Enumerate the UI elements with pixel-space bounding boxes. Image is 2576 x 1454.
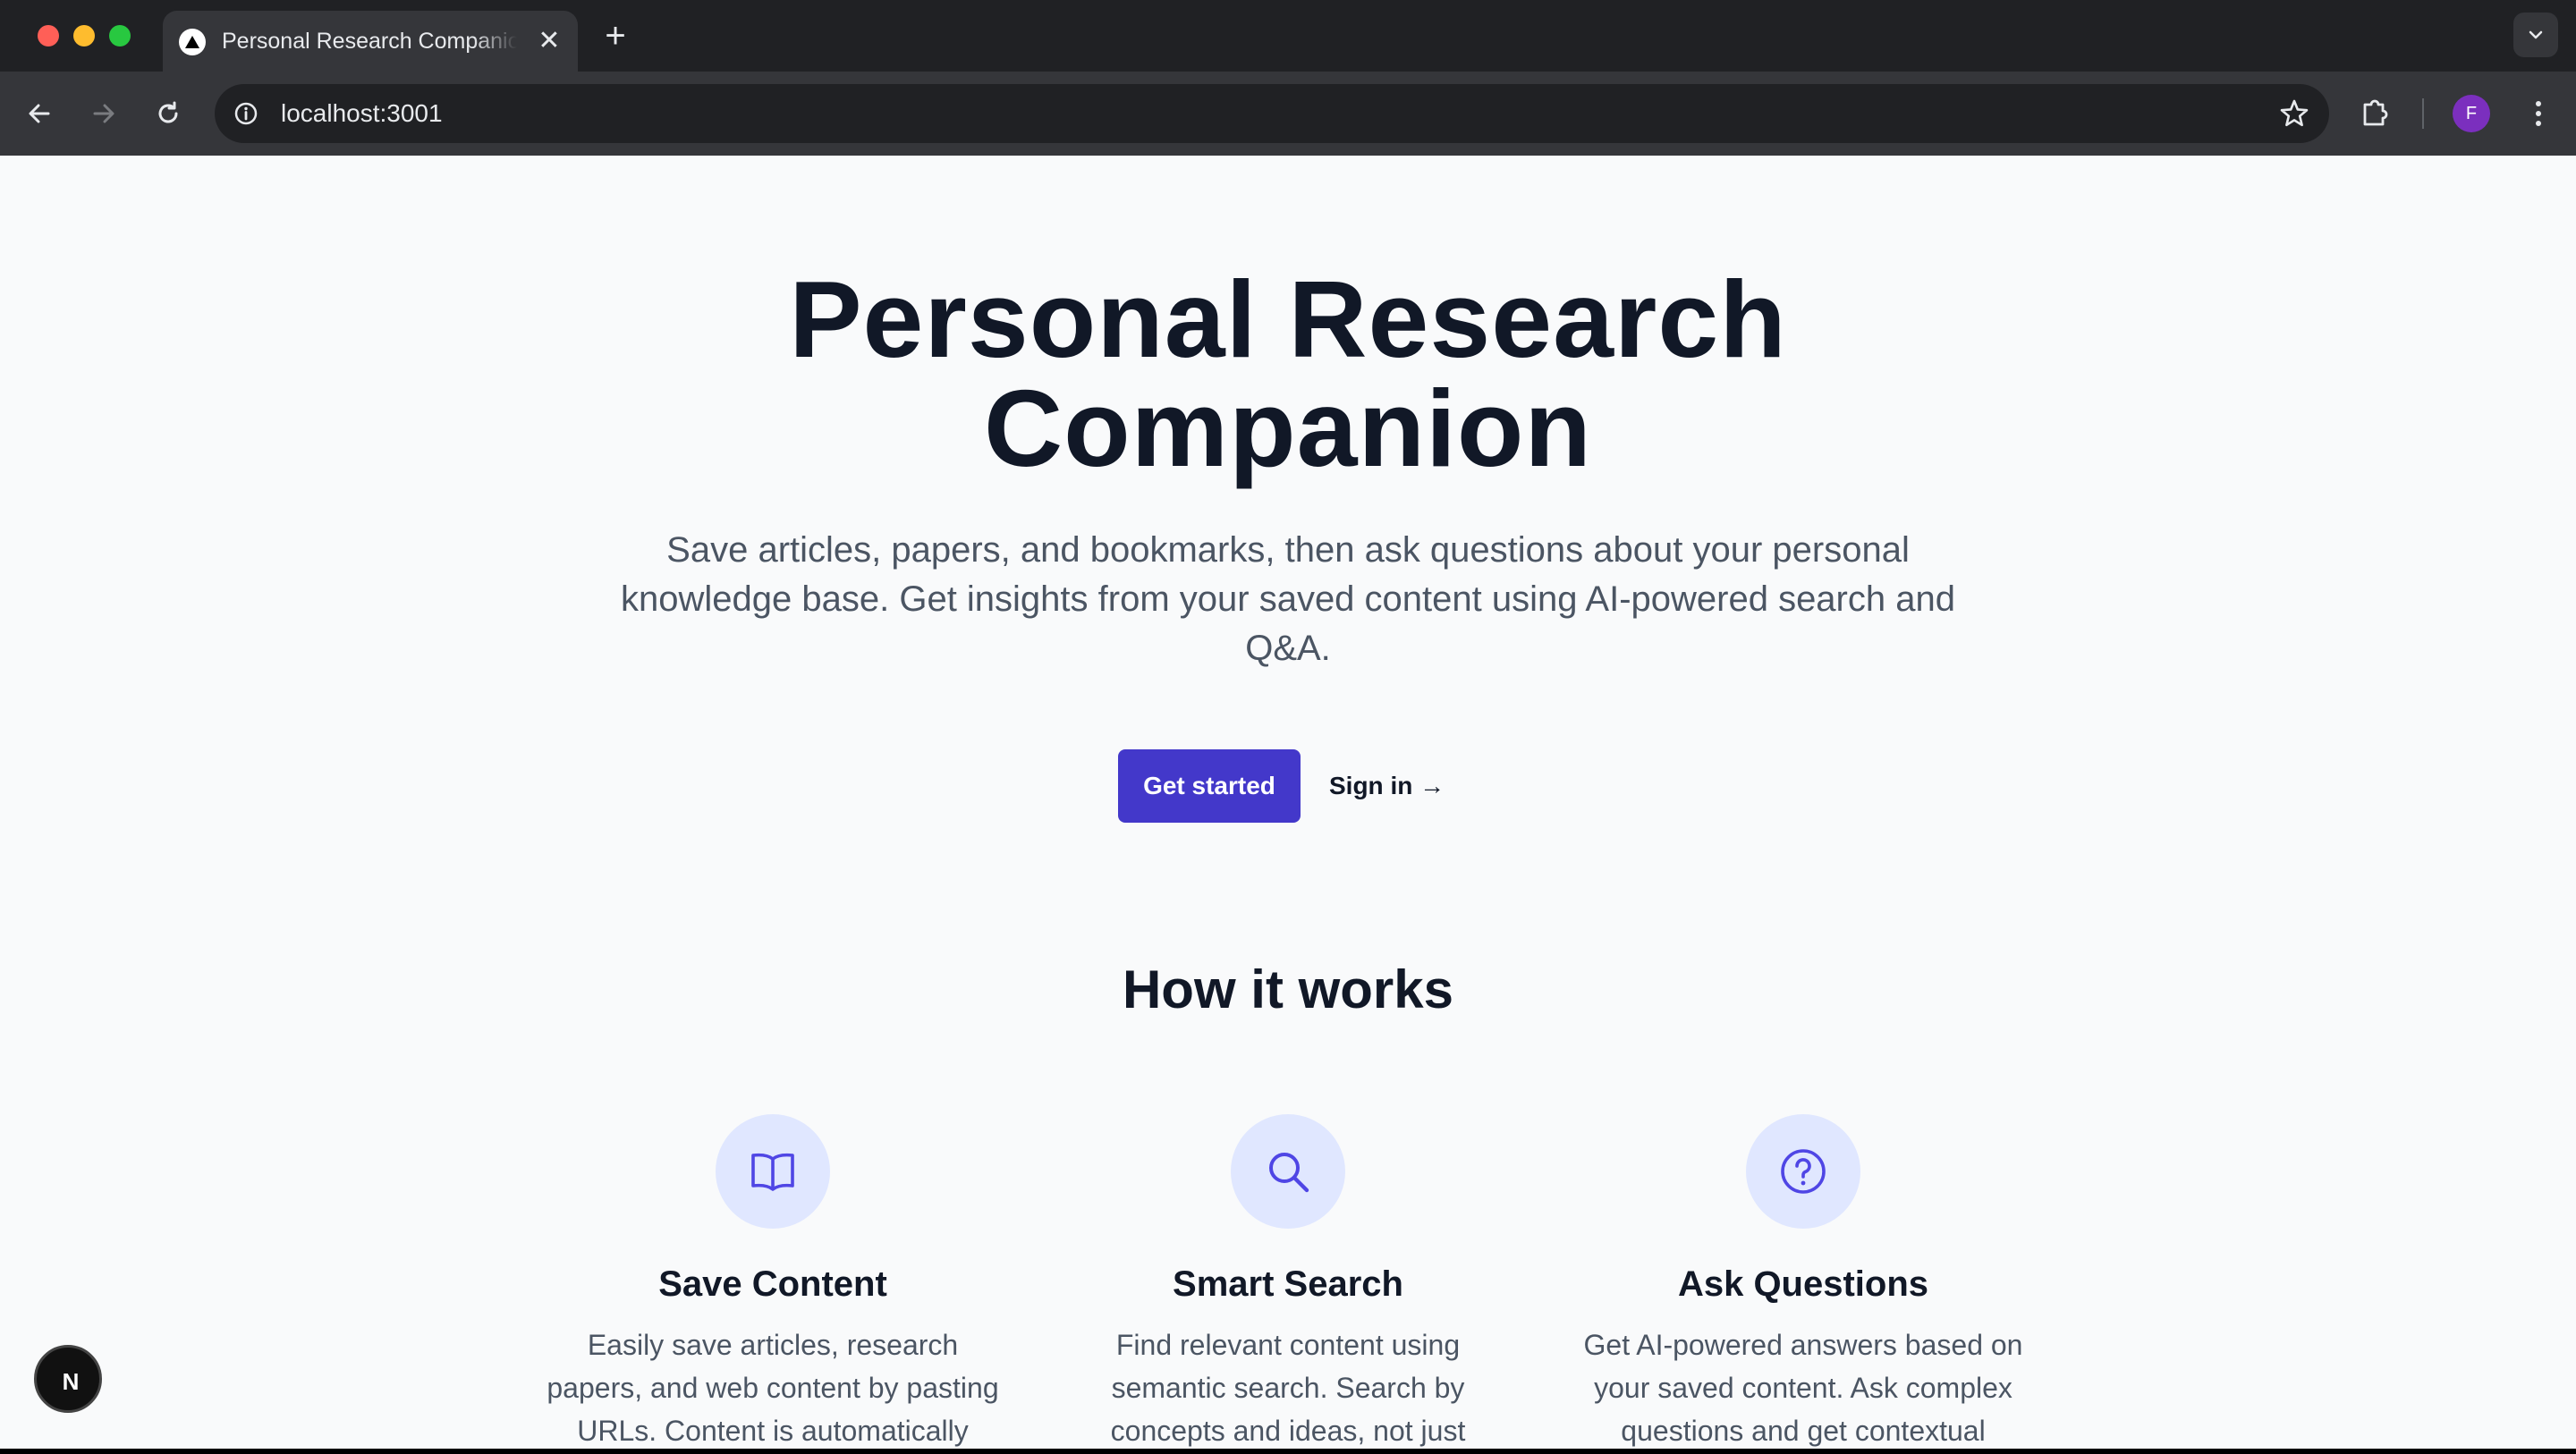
extensions-puzzle-icon [2363,99,2388,126]
get-started-button[interactable]: Get started [1118,749,1301,823]
forward-button[interactable] [82,92,125,135]
question-circle-icon [1781,1149,1826,1194]
forward-arrow-icon [93,104,114,123]
feature-title: Save Content [658,1264,887,1304]
feature-description: Find relevant content using semantic sea… [1110,1329,1466,1447]
landing-page: Personal Research Companion Save article… [0,156,2576,1449]
feature-title: Smart Search [1173,1264,1403,1304]
tab-search-button[interactable] [2513,13,2558,57]
hero-subtitle-text: Save articles, papers, and bookmarks, th… [621,530,1955,668]
hero-title: Personal Research Companion [572,265,2004,483]
feature-save-content: Save Content Easily save articles, resea… [522,1114,1023,1449]
book-open-icon [751,1153,794,1191]
profile-avatar[interactable]: F [2453,95,2490,132]
browser-chrome: Personal Research Companion ✕ + localhos… [0,0,2576,156]
tab-strip: Personal Research Companion ✕ + [0,0,2576,72]
feature-smart-search: Smart Search Find relevant content using… [1038,1114,1538,1449]
back-arrow-icon [29,104,50,123]
kebab-menu-icon [2536,101,2541,126]
minimize-window-button[interactable] [73,25,95,46]
search-icon [1269,1153,1309,1193]
browser-toolbar: localhost:3001 F [0,72,2576,156]
window-bottom-edge [0,1449,2576,1454]
reload-icon [158,101,178,123]
maximize-window-button[interactable] [109,25,131,46]
feature-description: Easily save articles, research papers, a… [547,1329,999,1447]
feature-ask-questions: Ask Questions Get AI-powered answers bas… [1553,1114,2054,1449]
bookmark-star-button[interactable] [2277,97,2311,131]
tab-close-icon[interactable]: ✕ [533,25,565,57]
toolbar-divider [2422,98,2424,129]
close-window-button[interactable] [38,25,59,46]
nextjs-dev-indicator-button[interactable]: N [34,1345,102,1413]
sign-in-link[interactable]: Sign in → [1329,749,1526,823]
new-tab-button[interactable]: + [597,16,633,55]
tab-title: Personal Research Companion [222,29,517,54]
feature-icon-circle [1231,1114,1345,1229]
feature-description: Get AI-powered answers based on your sav… [1583,1329,2023,1447]
hero-subtitle: Save articles, papers, and bookmarks, th… [572,526,2004,673]
hero-title-line-2: Companion [984,368,1592,489]
address-url[interactable]: localhost:3001 [281,84,443,143]
how-it-works-heading: How it works [1122,959,1454,1019]
reload-button[interactable] [147,92,190,135]
nextjs-logo-icon: N [63,1368,80,1395]
extensions-button[interactable] [2354,92,2397,135]
browser-tab-active[interactable]: Personal Research Companion ✕ [163,11,578,72]
feature-icon-circle [1746,1114,1860,1229]
site-info-button[interactable] [227,95,265,132]
feature-title: Ask Questions [1677,1264,1929,1304]
back-button[interactable] [18,92,61,135]
hero-title-line-1: Personal Research [789,258,1787,380]
feature-icon-circle [716,1114,830,1229]
vercel-triangle-favicon [179,29,206,55]
browser-menu-button[interactable] [2517,92,2560,135]
site-info-icon [234,102,258,125]
chevron-down-icon [2529,30,2543,39]
star-bookmark-icon [2280,99,2309,127]
svg-text:N: N [63,1368,80,1395]
address-bar[interactable]: localhost:3001 [215,84,2329,143]
